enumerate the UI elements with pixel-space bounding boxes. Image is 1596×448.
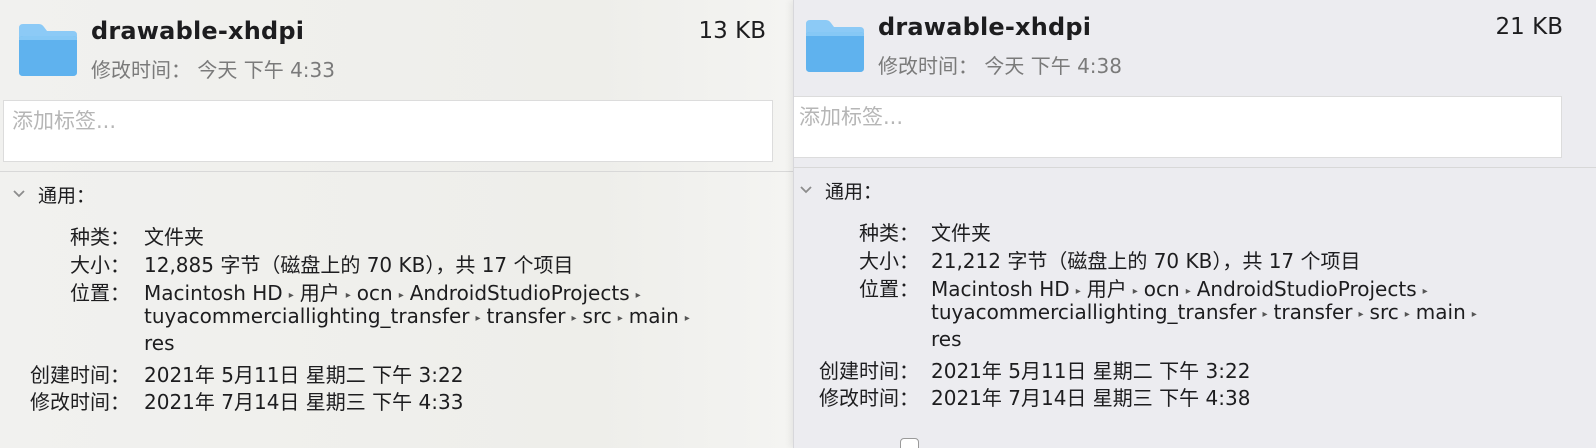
kind-label: 种类： <box>859 221 919 245</box>
path-separator-icon: ▸ <box>398 290 404 301</box>
modified-value: 今天 下午 4:33 <box>197 58 335 82</box>
path-line-3: res <box>144 331 175 355</box>
path-line-2: tuyacommerciallighting_transfer ▸ transfer… <box>931 300 1483 324</box>
path-segment: res <box>931 327 962 351</box>
modified-line: 修改时间： 今天 下午 4:33 <box>91 54 335 83</box>
modified-date-value: 2021年 7月14日 星期三 下午 4:33 <box>144 390 464 414</box>
size-label: 大小： <box>859 249 919 273</box>
modified-line: 修改时间： 今天 下午 4:38 <box>878 50 1122 79</box>
created-value: 2021年 5月11日 星期二 下午 3:22 <box>144 363 464 387</box>
tags-placeholder: 添加标签... <box>12 109 117 133</box>
path-segment: AndroidStudioProjects <box>409 281 630 305</box>
path-segment: tuyacommerciallighting_transfer <box>144 304 470 328</box>
chevron-down-icon[interactable] <box>797 180 815 198</box>
tags-input[interactable]: 添加标签... <box>3 100 773 162</box>
size-value: 21,212 字节（磁盘上的 70 KB），共 17 个项目 <box>931 249 1361 273</box>
path-segment: 用户 <box>1086 277 1127 301</box>
tags-placeholder: 添加标签... <box>799 105 904 129</box>
path-segment: src <box>1369 300 1399 324</box>
path-separator-icon: ▸ <box>1358 309 1364 320</box>
kind-value: 文件夹 <box>931 221 991 245</box>
modified-value: 今天 下午 4:38 <box>984 54 1122 78</box>
folder-icon <box>806 20 864 72</box>
section-general[interactable]: 通用： <box>825 177 882 204</box>
kind-value: 文件夹 <box>144 225 204 249</box>
divider <box>0 171 793 172</box>
path-separator-icon: ▸ <box>1422 286 1428 297</box>
tags-input[interactable]: 添加标签... <box>794 96 1562 158</box>
path-segment: main <box>1415 300 1466 324</box>
path-separator-icon: ▸ <box>1185 286 1191 297</box>
path-separator-icon: ▸ <box>684 313 690 324</box>
size-value: 12,885 字节（磁盘上的 70 KB），共 17 个项目 <box>144 253 574 277</box>
file-name: drawable-xhdpi <box>878 13 1092 41</box>
modified-label: 修改时间： <box>91 58 191 82</box>
path-segment: main <box>628 304 679 328</box>
path-segment: ocn <box>1143 277 1180 301</box>
checkbox[interactable] <box>900 438 919 448</box>
section-general[interactable]: 通用： <box>38 181 95 208</box>
path-separator-icon: ▸ <box>1262 309 1268 320</box>
chevron-down-icon[interactable] <box>10 184 28 202</box>
where-label: 位置： <box>859 277 919 301</box>
kind-label: 种类： <box>70 225 130 249</box>
folder-icon <box>19 24 77 76</box>
file-size: 21 KB <box>1495 14 1563 40</box>
path-separator-icon: ▸ <box>1471 309 1477 320</box>
info-panel-right: drawable-xhdpi 21 KB 修改时间： 今天 下午 4:38 添加… <box>793 0 1596 448</box>
path-segment: Macintosh HD <box>931 277 1070 301</box>
path-segment: Macintosh HD <box>144 281 283 305</box>
modified-date-value: 2021年 7月14日 星期三 下午 4:38 <box>931 386 1251 410</box>
modified-label: 修改时间： <box>878 54 978 78</box>
path-segment: tuyacommerciallighting_transfer <box>931 300 1257 324</box>
path-separator-icon: ▸ <box>635 290 641 301</box>
divider <box>794 167 1596 168</box>
path-segment: res <box>144 331 175 355</box>
info-panel-left: drawable-xhdpi 13 KB 修改时间： 今天 下午 4:33 添加… <box>0 0 793 448</box>
path-segment: transfer <box>1273 300 1353 324</box>
path-separator-icon: ▸ <box>1132 286 1138 297</box>
path-line-2: tuyacommerciallighting_transfer ▸ transfer… <box>144 304 696 328</box>
path-separator-icon: ▸ <box>617 313 623 324</box>
path-line-3: res <box>931 327 962 351</box>
path-segment: ocn <box>356 281 393 305</box>
path-separator-icon: ▸ <box>571 313 577 324</box>
path-separator-icon: ▸ <box>475 313 481 324</box>
path-segment: AndroidStudioProjects <box>1196 277 1417 301</box>
path-separator-icon: ▸ <box>1075 286 1081 297</box>
path-separator-icon: ▸ <box>1404 309 1410 320</box>
file-name: drawable-xhdpi <box>91 17 305 45</box>
path-segment: 用户 <box>299 281 340 305</box>
path-line-1: Macintosh HD ▸ 用户 ▸ ocn ▸ AndroidStudioProject… <box>144 277 647 306</box>
path-separator-icon: ▸ <box>345 290 351 301</box>
path-separator-icon: ▸ <box>288 290 294 301</box>
created-value: 2021年 5月11日 星期二 下午 3:22 <box>931 359 1251 383</box>
path-segment: src <box>582 304 612 328</box>
created-label: 创建时间： <box>30 363 130 387</box>
created-label: 创建时间： <box>819 359 919 383</box>
where-label: 位置： <box>70 281 130 305</box>
path-segment: transfer <box>486 304 566 328</box>
modified-date-label: 修改时间： <box>30 390 130 414</box>
size-label: 大小： <box>70 253 130 277</box>
modified-date-label: 修改时间： <box>819 386 919 410</box>
path-line-1: Macintosh HD ▸ 用户 ▸ ocn ▸ AndroidStudioProject… <box>931 273 1434 302</box>
file-size: 13 KB <box>698 18 766 44</box>
